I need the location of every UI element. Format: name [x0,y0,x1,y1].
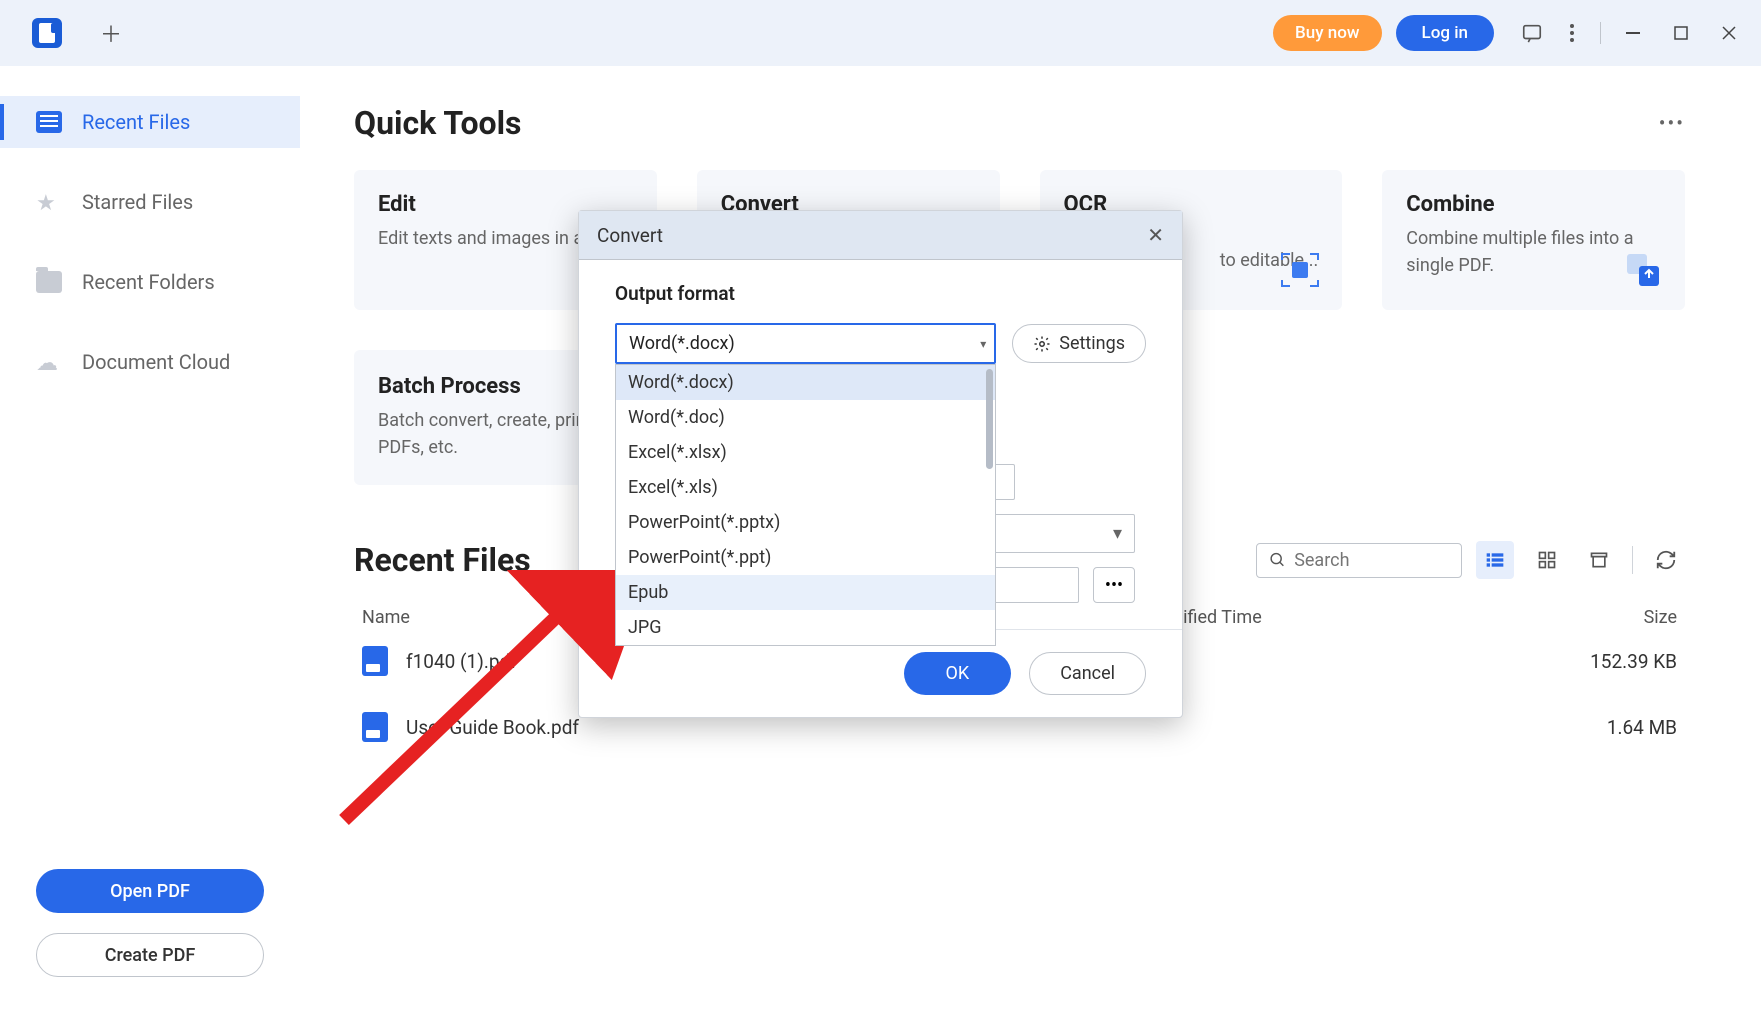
dropdown-item[interactable]: Excel(*.xls) [616,470,995,505]
sidebar-item-recent-files[interactable]: Recent Files [0,96,300,148]
log-in-button[interactable]: Log in [1396,15,1494,51]
sidebar-item-label: Starred Files [82,190,193,214]
more-options-icon[interactable]: ••• [1659,111,1685,135]
maximize-button[interactable] [1657,13,1705,53]
col-size: Size [1547,607,1677,628]
cloud-icon: ☁ [36,351,62,373]
dialog-close-button[interactable]: ✕ [1147,223,1164,247]
pdf-file-icon [362,646,388,676]
separator [1632,546,1633,574]
sidebar-item-label: Recent Folders [82,270,215,294]
search-box[interactable] [1256,543,1462,578]
refresh-icon[interactable] [1647,541,1685,579]
dropdown-item[interactable]: Epub [616,575,995,610]
buy-now-button[interactable]: Buy now [1273,15,1381,51]
dropdown-item[interactable]: PowerPoint(*.pptx) [616,505,995,540]
dialog-header: Convert ✕ [579,211,1182,260]
convert-dialog: Convert ✕ Output format Word(*.docx) ▾ W… [578,210,1183,718]
file-size: 152.39 KB [1547,650,1677,673]
settings-label: Settings [1059,333,1125,354]
create-pdf-button[interactable]: Create PDF [36,933,264,977]
select-value: Word(*.docx) [615,323,996,364]
output-format-label: Output format [615,282,1146,305]
chat-icon[interactable] [1512,13,1552,53]
list-view-icon[interactable] [1476,541,1514,579]
sidebar-item-label: Recent Files [82,110,190,134]
format-dropdown: Word(*.docx) Word(*.doc) Excel(*.xlsx) E… [615,364,996,646]
scrollbar[interactable] [986,369,993,469]
cancel-button[interactable]: Cancel [1029,652,1146,695]
file-name: User Guide Book.pdf [406,716,1147,739]
dropdown-item[interactable]: Word(*.doc) [616,400,995,435]
gear-icon [1033,335,1051,353]
sidebar-item-recent-folders[interactable]: Recent Folders [0,256,300,308]
separator [1600,22,1601,44]
chevron-down-icon: ▾ [1113,523,1122,544]
search-input[interactable] [1294,550,1449,571]
sidebar-item-label: Document Cloud [82,350,230,374]
combine-icon [1621,248,1665,292]
col-modified: Modified Time [1147,607,1547,628]
search-icon [1269,550,1286,570]
star-icon: ★ [36,191,62,213]
close-button[interactable] [1705,13,1753,53]
sidebar-item-starred-files[interactable]: ★ Starred Files [0,176,300,228]
menu-dots-icon[interactable] [1552,13,1592,53]
recent-files-icon [36,111,62,133]
file-size: 1.64 MB [1547,716,1677,739]
dropdown-item[interactable]: PowerPoint(*.ppt) [616,540,995,575]
minimize-button[interactable] [1609,13,1657,53]
dropdown-item[interactable]: Excel(*.xlsx) [616,435,995,470]
browse-button[interactable]: ••• [1093,567,1135,603]
quick-tools-title: Quick Tools [354,104,522,142]
folder-icon [36,271,62,293]
recent-files-title: Recent Files [354,541,531,579]
archive-icon[interactable] [1580,541,1618,579]
sidebar: Recent Files ★ Starred Files Recent Fold… [0,66,300,1021]
add-tab-button[interactable]: ＋ [90,12,132,54]
titlebar: ＋ Buy now Log in [0,0,1761,66]
ok-button[interactable]: OK [904,652,1012,695]
dialog-title: Convert [597,224,663,247]
open-pdf-button[interactable]: Open PDF [36,869,264,913]
dropdown-item[interactable]: Word(*.docx) [616,365,995,400]
app-icon[interactable] [32,18,62,48]
pdf-file-icon [362,712,388,742]
settings-button[interactable]: Settings [1012,324,1146,363]
quick-tool-combine[interactable]: Combine Combine multiple files into a si… [1382,170,1685,310]
card-title: Combine [1406,192,1661,217]
output-format-select[interactable]: Word(*.docx) ▾ Word(*.docx) Word(*.doc) … [615,323,996,364]
ocr-icon: T [1278,248,1322,292]
dropdown-item[interactable]: JPG [616,610,995,645]
grid-view-icon[interactable] [1528,541,1566,579]
sidebar-item-document-cloud[interactable]: ☁ Document Cloud [0,336,300,388]
svg-text:T: T [1297,263,1304,277]
